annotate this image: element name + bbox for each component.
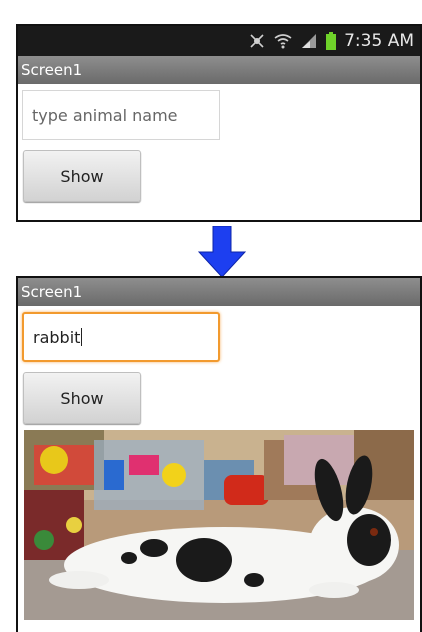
status-time: 7:35 AM [344, 31, 414, 51]
animal-name-input[interactable]: rabbit [22, 312, 220, 362]
show-button[interactable]: Show [23, 150, 141, 202]
animal-name-value: rabbit [33, 327, 81, 347]
signal-icon [300, 33, 318, 49]
wifi-icon [274, 33, 292, 49]
phone-screen-after: Screen1 rabbit Show [16, 276, 422, 632]
tutorial-figure: 7:35 AM Screen1 type animal name Show Sc… [0, 0, 422, 632]
show-button[interactable]: Show [23, 372, 141, 424]
down-arrow-icon [197, 225, 247, 278]
status-bar: 7:35 AM [18, 26, 420, 56]
show-button-label: Show [60, 388, 104, 408]
battery-icon [326, 32, 337, 50]
phone-screen-before: 7:35 AM Screen1 type animal name Show [16, 24, 422, 222]
text-cursor [81, 328, 83, 346]
rabbit-photo [24, 430, 414, 620]
screen-title: Screen1 [18, 278, 420, 306]
show-button-label: Show [60, 166, 104, 186]
animal-name-input[interactable]: type animal name [22, 90, 220, 140]
animal-name-placeholder: type animal name [32, 105, 178, 125]
mute-icon [248, 33, 266, 49]
screen-title: Screen1 [18, 56, 420, 84]
